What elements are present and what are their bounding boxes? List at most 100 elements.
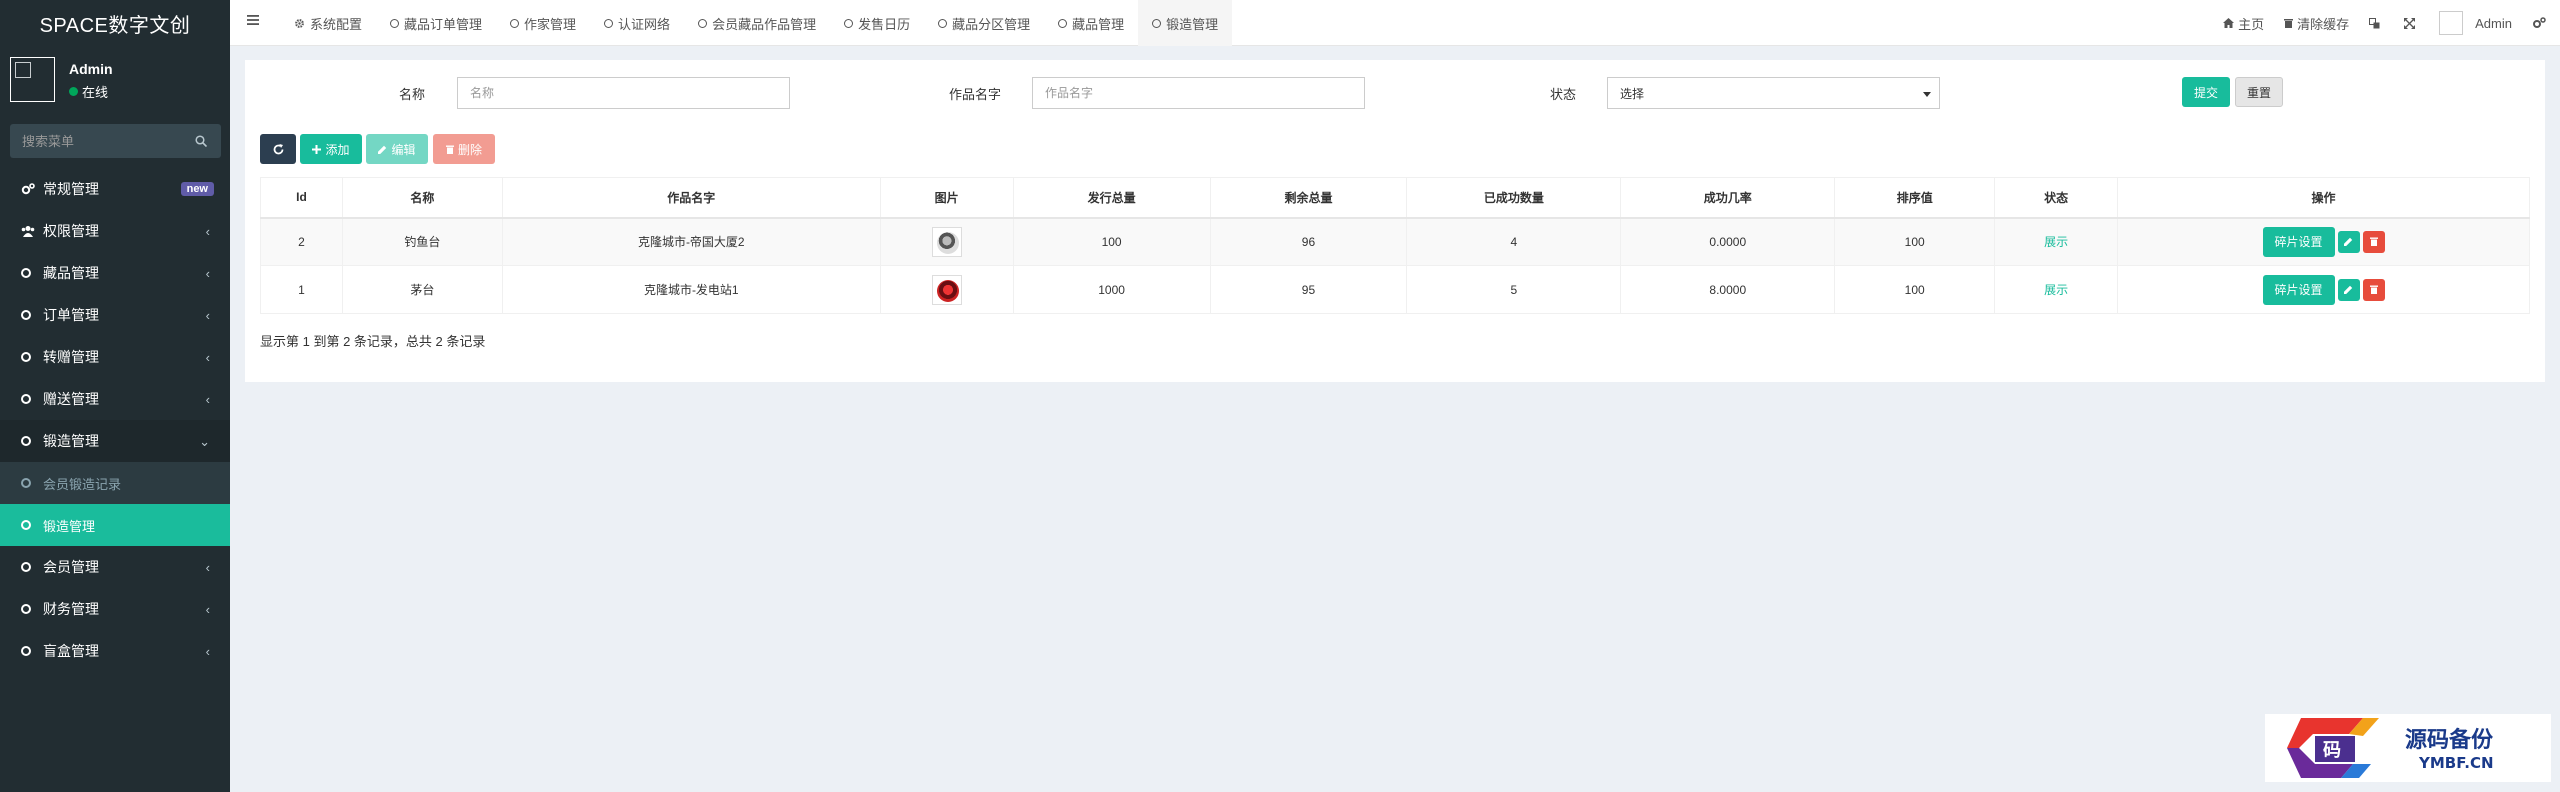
search-icon[interactable] [195, 135, 207, 147]
delete-button[interactable]: 删除 [433, 134, 495, 164]
group-icon [21, 225, 37, 237]
tab-label: 会员藏品作品管理 [712, 16, 817, 32]
sidebar-item-transfer[interactable]: 转赠管理 ‹ [0, 336, 230, 378]
language-button[interactable] [2359, 0, 2394, 46]
column-header[interactable]: 图片 [879, 177, 1014, 219]
name-filter-input[interactable] [457, 77, 790, 109]
navbar-right: 主页 清除缓存 Admin [2213, 0, 2560, 46]
fragment-settings-button[interactable]: 碎片设置 [2262, 226, 2335, 257]
tab-system-config[interactable]: 系统配置 [280, 0, 376, 46]
column-header[interactable]: 已成功数量 [1406, 177, 1622, 219]
table-row[interactable]: 2 钓鱼台 克隆城市-帝国大厦2 100 96 4 0.0000 100 展示 … [260, 217, 2530, 266]
table-row[interactable]: 1 茅台 克隆城市-发电站1 1000 95 5 8.0000 100 展示 碎… [260, 265, 2530, 314]
sidebar-search-input[interactable] [10, 124, 221, 158]
circle-icon [390, 18, 400, 28]
fragment-settings-button[interactable]: 碎片设置 [2262, 274, 2335, 305]
sidebar-item-label: 财务管理 [43, 601, 99, 617]
tab-authors[interactable]: 作家管理 [496, 0, 590, 46]
home-link[interactable]: 主页 [2213, 0, 2274, 46]
sidebar-item-forge[interactable]: 锻造管理 ⌄ [0, 420, 230, 462]
column-header: 操作 [2117, 177, 2530, 219]
refresh-button[interactable] [260, 134, 296, 164]
row-edit-button[interactable] [2337, 230, 2360, 253]
sidebar-item-label: 会员管理 [43, 559, 99, 575]
cell-sort: 100 [1834, 265, 1996, 314]
tab-label: 锻造管理 [1166, 16, 1219, 32]
sidebar-item-blindbox[interactable]: 盲盒管理 ‹ [0, 630, 230, 672]
reset-button[interactable]: 重置 [2235, 77, 2283, 107]
column-header[interactable]: 作品名字 [501, 177, 881, 219]
trash-icon [2284, 19, 2294, 28]
tab-forge[interactable]: 锻造管理 [1138, 0, 1233, 46]
sidebar-item-permission[interactable]: 权限管理 ‹ [0, 210, 230, 252]
column-header[interactable]: 状态 [1994, 177, 2119, 219]
column-header[interactable]: 名称 [341, 177, 503, 219]
user-status-text: 在线 [82, 85, 109, 100]
cell-sort: 100 [1834, 217, 1996, 266]
column-header[interactable]: 成功几率 [1620, 177, 1836, 219]
user-menu[interactable]: Admin [2429, 0, 2522, 46]
sidebar-item-collection[interactable]: 藏品管理 ‹ [0, 252, 230, 294]
sidebar-item-member-forge-record[interactable]: 会员锻造记录 [0, 462, 230, 504]
app-logo[interactable]: SPACE数字文创 [0, 0, 230, 46]
chevron-left-icon: ‹ [205, 224, 210, 239]
submit-button[interactable]: 提交 [2182, 77, 2230, 107]
clear-cache-button[interactable]: 清除缓存 [2274, 0, 2359, 46]
content-panel: 名称 作品名字 状态 选择 提交 重置 添加 编辑 删除 Id 名称 作品 [245, 60, 2545, 382]
column-header[interactable]: 排序值 [1834, 177, 1996, 219]
circle-icon [510, 18, 520, 28]
cell-work: 克隆城市-发电站1 [501, 265, 881, 314]
fullscreen-button[interactable] [2394, 0, 2429, 46]
circle-icon [1058, 18, 1068, 28]
pencil-icon [2344, 285, 2353, 294]
cell-id: 2 [260, 217, 343, 266]
thumbnail-image[interactable] [931, 226, 962, 257]
status-select[interactable]: 选择 [1607, 77, 1940, 109]
tab-release-calendar[interactable]: 发售日历 [830, 0, 924, 46]
column-header[interactable]: Id [260, 177, 343, 219]
status-link[interactable]: 展示 [2044, 283, 2068, 297]
cell-remaining: 96 [1209, 217, 1408, 266]
sidebar-item-gift[interactable]: 赠送管理 ‹ [0, 378, 230, 420]
sidebar-item-order[interactable]: 订单管理 ‹ [0, 294, 230, 336]
tab-collection-orders[interactable]: 藏品订单管理 [376, 0, 496, 46]
circle-icon [21, 310, 37, 320]
status-link[interactable]: 展示 [2044, 235, 2068, 249]
trash-icon [2369, 285, 2378, 294]
chevron-left-icon: ‹ [205, 392, 210, 407]
fullscreen-icon [2404, 17, 2416, 29]
tab-collections[interactable]: 藏品管理 [1044, 0, 1138, 46]
settings-button[interactable] [2522, 0, 2560, 46]
clear-cache-label: 清除缓存 [2297, 16, 2350, 32]
column-header[interactable]: 发行总量 [1012, 177, 1211, 219]
chevron-left-icon: ‹ [205, 602, 210, 617]
tab-auth-network[interactable]: 认证网络 [590, 0, 684, 46]
sidebar-item-member[interactable]: 会员管理 ‹ [0, 546, 230, 588]
pencil-icon [378, 145, 387, 154]
sidebar-item-finance[interactable]: 财务管理 ‹ [0, 588, 230, 630]
tab-collection-zones[interactable]: 藏品分区管理 [924, 0, 1044, 46]
work-filter-input[interactable] [1032, 77, 1365, 109]
thumbnail-image[interactable] [931, 274, 962, 305]
sidebar-item-label: 赠送管理 [43, 391, 99, 407]
cell-total: 100 [1012, 217, 1211, 266]
edit-button[interactable]: 编辑 [366, 134, 428, 164]
column-header[interactable]: 剩余总量 [1209, 177, 1408, 219]
sidebar-item-forge-manage[interactable]: 锻造管理 [0, 504, 230, 546]
add-button[interactable]: 添加 [300, 134, 362, 164]
cell-status: 展示 [1994, 217, 2119, 266]
sidebar-item-label: 藏品管理 [43, 265, 99, 281]
pagination-info: 显示第 1 到第 2 条记录，总共 2 条记录 [260, 334, 486, 349]
user-status: 在线 [69, 82, 108, 101]
tab-member-works[interactable]: 会员藏品作品管理 [684, 0, 830, 46]
user-menu-label: Admin [2475, 15, 2512, 31]
sidebar-item-general[interactable]: 常规管理 new [0, 168, 230, 210]
row-delete-button[interactable] [2362, 230, 2385, 253]
row-delete-button[interactable] [2362, 278, 2385, 301]
hamburger-icon[interactable] [247, 14, 259, 26]
chevron-left-icon: ‹ [205, 350, 210, 365]
trash-icon [445, 145, 454, 154]
watermark-title: 源码备份 [2405, 727, 2494, 753]
row-edit-button[interactable] [2337, 278, 2360, 301]
pencil-icon [2344, 238, 2353, 247]
